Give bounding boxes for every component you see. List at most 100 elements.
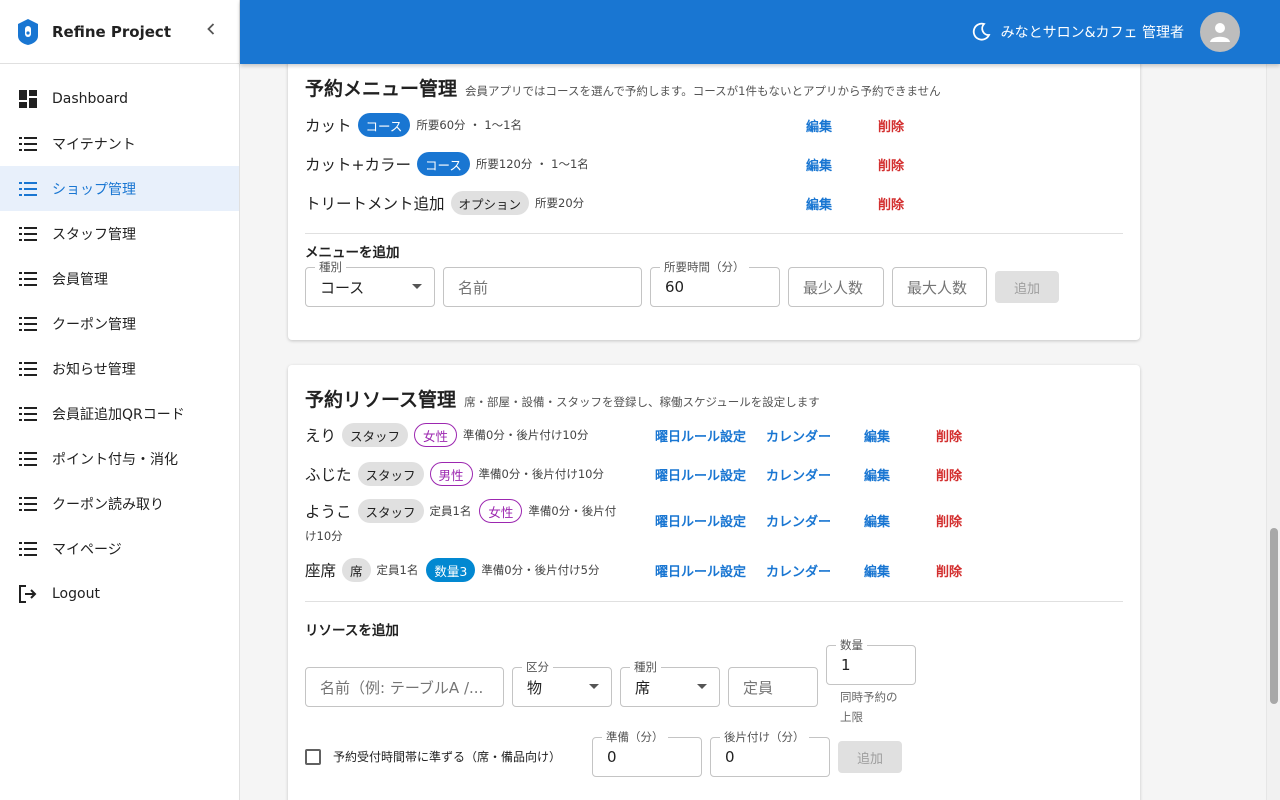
resource-meta: 準備0分・後片付け10分: [463, 428, 589, 442]
sidebar-item-dashboard[interactable]: Dashboard: [0, 76, 239, 121]
menu-name: トリートメント追加: [305, 195, 445, 213]
sidebar-item-my-page[interactable]: マイページ: [0, 526, 239, 571]
weekday-rule-button[interactable]: 曜日ルール設定: [655, 561, 746, 580]
field-legend: 所要時間（分）: [660, 259, 749, 275]
quantity-chip: 数量3: [426, 558, 476, 582]
list-icon: [16, 492, 40, 516]
menu-type-chip: オプション: [450, 191, 530, 215]
edit-button[interactable]: 編集: [864, 511, 890, 530]
resource-meta: 準備0分・後片付: [528, 504, 617, 518]
edit-button[interactable]: 編集: [806, 155, 832, 174]
resource-name-input[interactable]: 名前（例: テーブルA /...: [305, 667, 504, 707]
scrollbar[interactable]: [1266, 0, 1280, 800]
menu-name-input[interactable]: 名前: [443, 267, 642, 307]
resource-kind-chip: スタッフ: [357, 499, 424, 523]
caret-down-icon: [697, 684, 707, 689]
scrollbar-thumb[interactable]: [1270, 528, 1278, 704]
schedule-follow-label: 予約受付時間帯に準ずる（席・備品向け）: [333, 750, 562, 764]
helper-line: 同時予約の: [840, 690, 898, 704]
resource-name: えり: [305, 427, 337, 445]
add-resource-button[interactable]: 追加: [838, 741, 902, 773]
sidebar-item-shop-management[interactable]: ショップ管理: [0, 166, 239, 211]
sidebar-item-points[interactable]: ポイント付与・消化: [0, 436, 239, 481]
menu-duration-input[interactable]: 所要時間（分） 60: [650, 259, 780, 307]
dashboard-icon: [16, 87, 40, 111]
resource-cleanup-input[interactable]: 後片付け（分） 0: [710, 729, 830, 777]
list-icon: [16, 402, 40, 426]
edit-button[interactable]: 編集: [864, 561, 890, 580]
list-icon: [16, 267, 40, 291]
field-placeholder: 最大人数: [907, 278, 968, 297]
resource-row: ふじた スタッフ 男性 準備0分・後片付け10分 曜日ルール設定 カレンダー 編…: [305, 462, 1123, 486]
resource-prep-input[interactable]: 準備（分） 0: [592, 729, 702, 777]
edit-button[interactable]: 編集: [806, 116, 832, 135]
delete-button[interactable]: 削除: [878, 194, 904, 213]
delete-button[interactable]: 削除: [936, 426, 962, 445]
brand-title: Refine Project: [52, 22, 171, 41]
weekday-rule-button[interactable]: 曜日ルール設定: [655, 465, 746, 484]
menu-meta: 所要20分: [535, 196, 585, 210]
edit-button[interactable]: 編集: [806, 194, 832, 213]
divider: [305, 601, 1123, 602]
resource-kind-chip: 席: [342, 558, 371, 582]
sidebar-item-logout[interactable]: Logout: [0, 571, 239, 616]
sidebar-item-member-management[interactable]: 会員管理: [0, 256, 239, 301]
field-legend: 後片付け（分）: [720, 729, 809, 745]
menu-max-people-input[interactable]: 最大人数: [892, 267, 987, 307]
menu-row: カット+カラー コース 所要120分 ・ 1〜1名 編集 削除: [305, 152, 1123, 176]
sidebar-item-coupon-management[interactable]: クーポン管理: [0, 301, 239, 346]
dark-mode-toggle-icon[interactable]: [971, 22, 991, 42]
resource-capacity-input[interactable]: 定員: [728, 667, 818, 707]
menu-row: トリートメント追加 オプション 所要20分 編集 削除: [305, 191, 1123, 215]
sidebar-item-label: マイテナント: [52, 136, 136, 153]
edit-button[interactable]: 編集: [864, 465, 890, 484]
list-icon: [16, 132, 40, 156]
sidebar-item-label: マイページ: [52, 541, 122, 558]
field-value: 60: [665, 278, 685, 296]
resource-name: ふじた: [305, 466, 352, 484]
delete-button[interactable]: 削除: [936, 561, 962, 580]
resource-meta-continued: け10分: [305, 529, 343, 543]
logout-icon: [16, 582, 40, 606]
weekday-rule-button[interactable]: 曜日ルール設定: [655, 511, 746, 530]
delete-button[interactable]: 削除: [936, 465, 962, 484]
caret-down-icon: [412, 284, 422, 289]
list-icon: [16, 357, 40, 381]
header-user-name: みなとサロン&カフェ 管理者: [1000, 25, 1184, 41]
header: みなとサロン&カフェ 管理者: [240, 0, 1280, 64]
menu-min-people-input[interactable]: 最少人数: [788, 267, 884, 307]
avatar[interactable]: [1200, 12, 1240, 52]
quantity-helper-text: 同時予約の 上限: [840, 687, 898, 727]
resource-row: ようこ スタッフ 定員1名 女性 準備0分・後片付 曜日ルール設定 カレンダー …: [305, 499, 1123, 530]
schedule-follow-checkbox[interactable]: [305, 749, 321, 765]
gender-chip: 女性: [414, 423, 458, 447]
sidebar-item-coupon-scan[interactable]: クーポン読み取り: [0, 481, 239, 526]
resource-card-title: 予約リソース管理: [305, 389, 457, 411]
sidebar-item-staff-management[interactable]: スタッフ管理: [0, 211, 239, 256]
delete-button[interactable]: 削除: [878, 116, 904, 135]
caret-down-icon: [589, 684, 599, 689]
list-icon: [16, 312, 40, 336]
add-menu-button[interactable]: 追加: [995, 271, 1059, 303]
chevron-left-icon[interactable]: [199, 19, 223, 44]
edit-button[interactable]: 編集: [864, 426, 890, 445]
resource-management-card: 予約リソース管理 席・部屋・設備・スタッフを登録し、稼働スケジュールを設定します…: [288, 365, 1140, 800]
resource-card-subtitle: 席・部屋・設備・スタッフを登録し、稼働スケジュールを設定します: [464, 395, 820, 409]
delete-button[interactable]: 削除: [878, 155, 904, 174]
calendar-button[interactable]: カレンダー: [766, 465, 831, 484]
sidebar-item-my-tenant[interactable]: マイテナント: [0, 121, 239, 166]
menu-type-select[interactable]: 種別 コース: [305, 259, 435, 307]
menu-meta: 所要60分 ・ 1〜1名: [416, 118, 522, 132]
calendar-button[interactable]: カレンダー: [766, 561, 831, 580]
calendar-button[interactable]: カレンダー: [766, 511, 831, 530]
weekday-rule-button[interactable]: 曜日ルール設定: [655, 426, 746, 445]
resource-type-select[interactable]: 種別 席: [620, 659, 720, 707]
sidebar-item-member-qr[interactable]: 会員証追加QRコード: [0, 391, 239, 436]
resource-category-select[interactable]: 区分 物: [512, 659, 612, 707]
sidebar-item-notice-management[interactable]: お知らせ管理: [0, 346, 239, 391]
calendar-button[interactable]: カレンダー: [766, 426, 831, 445]
resource-name: ようこ: [305, 503, 352, 521]
sidebar-item-label: ポイント付与・消化: [52, 451, 178, 468]
resource-quantity-input[interactable]: 数量 1: [826, 637, 916, 685]
delete-button[interactable]: 削除: [936, 511, 962, 530]
